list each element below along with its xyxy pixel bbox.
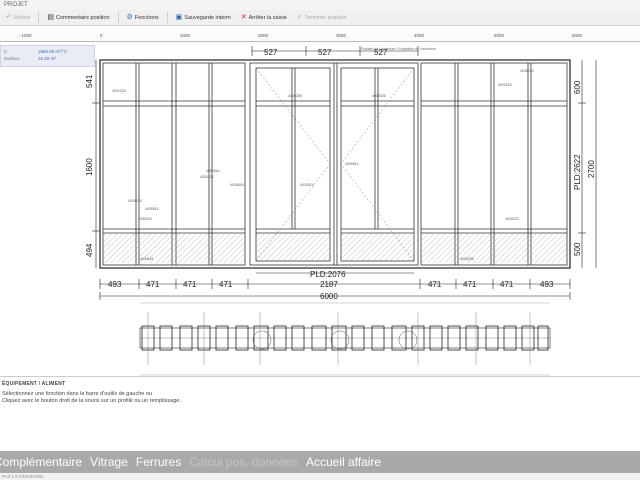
- panel-code: 4030515: [128, 199, 142, 203]
- dimension-label: 471: [428, 280, 442, 289]
- dimension-label: 493: [540, 280, 554, 289]
- panel-code: 4030208: [288, 94, 302, 98]
- undo-button[interactable]: ↶ Retour: [4, 12, 32, 24]
- total-width-dimension: 6000: [99, 292, 571, 301]
- check-icon: ✓: [296, 14, 303, 21]
- dimension-label: 6000: [320, 292, 338, 301]
- panel-code: 4030514: [145, 207, 159, 211]
- dimension-label: 493: [108, 280, 122, 289]
- tab-ferrures[interactable]: Ferrures: [136, 455, 181, 469]
- stop-input-button[interactable]: ✕ Arrêter la saisie: [239, 12, 289, 24]
- panel-code: 4030616: [230, 183, 244, 187]
- horizontal-section: [139, 302, 551, 376]
- toolbar-separator: [166, 12, 168, 23]
- panel-code: 4030226: [460, 257, 474, 261]
- save-label: Sauvegarde interm: [184, 14, 231, 21]
- status-bar: Prof 1.8 STANDARD: [0, 473, 640, 480]
- messages-panel: ÉQUIPEMENT / ALIMENT Sélectionnez une fo…: [0, 379, 640, 451]
- window-elevation-drawing[interactable]: 527 527 527 Position de l'ouverture / Pr…: [0, 27, 640, 377]
- panel-code: 4030223: [505, 217, 519, 221]
- bottom-segment-dimension: 493 471 471 471 2187 471 471 471 493: [99, 279, 571, 289]
- tab-accueil-affaire[interactable]: Accueil affaire: [306, 455, 381, 469]
- save-icon: ▣: [175, 14, 183, 21]
- window-title: PROJET: [0, 0, 640, 10]
- tab-complementaire[interactable]: Complémentaire: [0, 455, 82, 469]
- save-button[interactable]: ▣ Sauvegarde interm: [174, 12, 233, 24]
- dimension-label: 471: [146, 280, 160, 289]
- application-window: PROJET ↶ Retour ▤ Commentaire position ⚙…: [0, 0, 640, 480]
- right-dimension: 600 PLD:2622 2700 500: [573, 60, 597, 268]
- dimension-label: 471: [463, 280, 477, 289]
- dimension-label: 494: [85, 243, 94, 257]
- dimension-label: 600: [573, 80, 582, 94]
- panel-code: 4030514: [206, 169, 220, 173]
- dimension-label: 527: [264, 48, 278, 57]
- functions-button[interactable]: ⚙ Fonctions: [125, 12, 161, 24]
- top-dimension: 527 527 527 Position de l'ouverture / Pr…: [251, 46, 436, 57]
- panel-code: 4030161: [140, 257, 154, 261]
- dimension-label: 1600: [85, 158, 94, 176]
- close-icon: ✕: [240, 14, 247, 21]
- message-line: Cliquez avec le bouton droit de la souri…: [2, 398, 181, 404]
- dimension-label: 471: [500, 280, 514, 289]
- toolbar-separator: [38, 12, 40, 23]
- dimension-label: 527: [318, 48, 332, 57]
- dimension-label: PLD:2622: [573, 154, 582, 190]
- panel-code: 4030514: [345, 162, 359, 166]
- toolbar-separator: [117, 12, 119, 23]
- comment-position-label: Commentaire position: [56, 14, 110, 21]
- undo-label: Retour: [13, 14, 31, 21]
- comment-position-button[interactable]: ▤ Commentaire position: [45, 12, 111, 24]
- pld-dimension: PLD:2076: [256, 270, 414, 279]
- bottom-tab-bar: Complémentaire Vitrage Ferrures Calcul p…: [0, 451, 640, 473]
- opening-label: Position de l'ouverture / Protection de …: [361, 47, 436, 51]
- undo-icon: ↶: [6, 14, 12, 21]
- panel-code: 4030224: [498, 83, 512, 87]
- dimension-label: 2700: [587, 160, 596, 178]
- gear-icon: ⚙: [126, 14, 133, 21]
- panel-code: 4031223: [112, 89, 126, 93]
- tab-calcul[interactable]: Calcul pos. données: [189, 455, 298, 469]
- dimension-label: 471: [219, 280, 233, 289]
- finish-position-label: Terminer position: [304, 14, 347, 21]
- comment-icon: ▤: [47, 14, 55, 21]
- panel-code: 4030223: [520, 69, 534, 73]
- message-line: Sélectionnez une fonction dans la barre …: [2, 390, 152, 397]
- panel-code: 4030514: [300, 183, 314, 187]
- dimension-label: PLD:2076: [310, 270, 346, 279]
- dimension-label: 471: [183, 280, 197, 289]
- stop-input-label: Arrêter la saisie: [248, 14, 287, 21]
- toolbar: ↶ Retour ▤ Commentaire position ⚙ Foncti…: [0, 10, 640, 26]
- functions-label: Fonctions: [134, 14, 159, 21]
- dimension-label: 2187: [320, 280, 338, 289]
- tab-vitrage[interactable]: Vitrage: [90, 455, 128, 469]
- left-dimension: 541 1600 494: [85, 60, 100, 268]
- dimension-label: 541: [85, 74, 94, 88]
- panel-code: 4032026: [372, 94, 386, 98]
- dimension-label: 500: [573, 242, 582, 256]
- finish-position-button[interactable]: ✓ Terminer position: [295, 12, 349, 24]
- panel-code: 4030226: [200, 175, 214, 179]
- messages-title: ÉQUIPEMENT / ALIMENT: [2, 381, 66, 387]
- panel-code: 4030223: [138, 217, 152, 221]
